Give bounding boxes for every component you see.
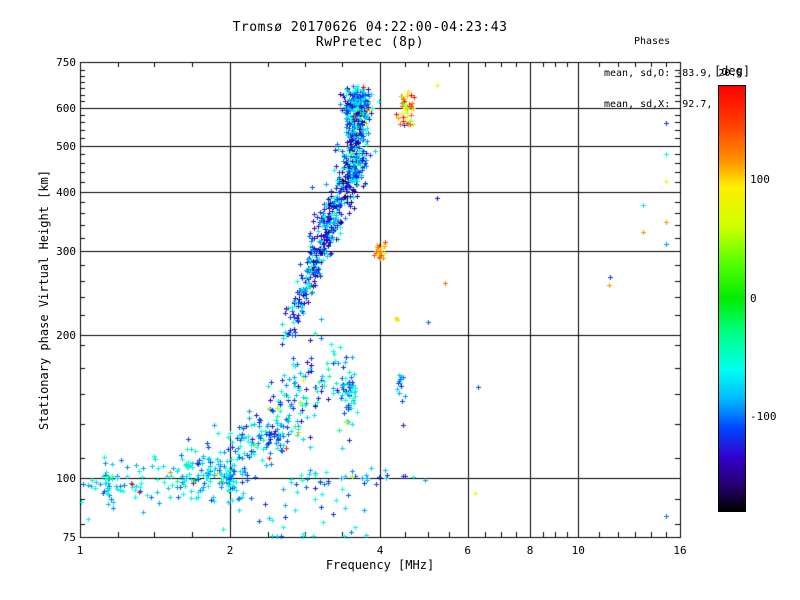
y-tick-label: 300	[56, 245, 76, 259]
y-tick-label: 750	[56, 56, 76, 69]
colorbar-unit-label: [deg]	[713, 64, 751, 78]
ionogram-page: Tromsø 20170626 04:22:00-04:23:43 RwPret…	[0, 0, 800, 600]
y-axis-label: Stationary phase Virtual Height [km]	[37, 169, 51, 431]
x-tick-label: 1	[76, 544, 84, 557]
colorbar	[718, 85, 746, 512]
colorbar-tick-label: 0	[750, 291, 757, 305]
y-tick-label: 200	[56, 328, 76, 342]
y-tick-label: 75	[62, 531, 76, 544]
x-tick-label: 6	[464, 544, 472, 557]
x-tick-label: 2	[226, 544, 234, 557]
x-axis-label: Frequency [MHz]	[325, 558, 435, 572]
y-tick-label: 600	[56, 102, 76, 116]
phase-stats-heading: Phases	[634, 36, 671, 47]
y-tick-label: 100	[56, 471, 76, 485]
y-tick-label: 400	[56, 185, 76, 199]
chart-subtitle: RwPretec (8p)	[315, 35, 425, 50]
chart-title: Tromsø 20170626 04:22:00-04:23:43	[232, 20, 508, 35]
x-tick-label: 16	[673, 544, 687, 557]
x-tick-label: 10	[571, 544, 585, 557]
colorbar-tick-label: -100	[750, 409, 777, 423]
x-tick-label: 8	[526, 544, 534, 557]
colorbar-tick-label: 100	[750, 173, 770, 187]
y-tick-label: 500	[56, 139, 76, 153]
x-tick-label: 4	[376, 544, 384, 557]
